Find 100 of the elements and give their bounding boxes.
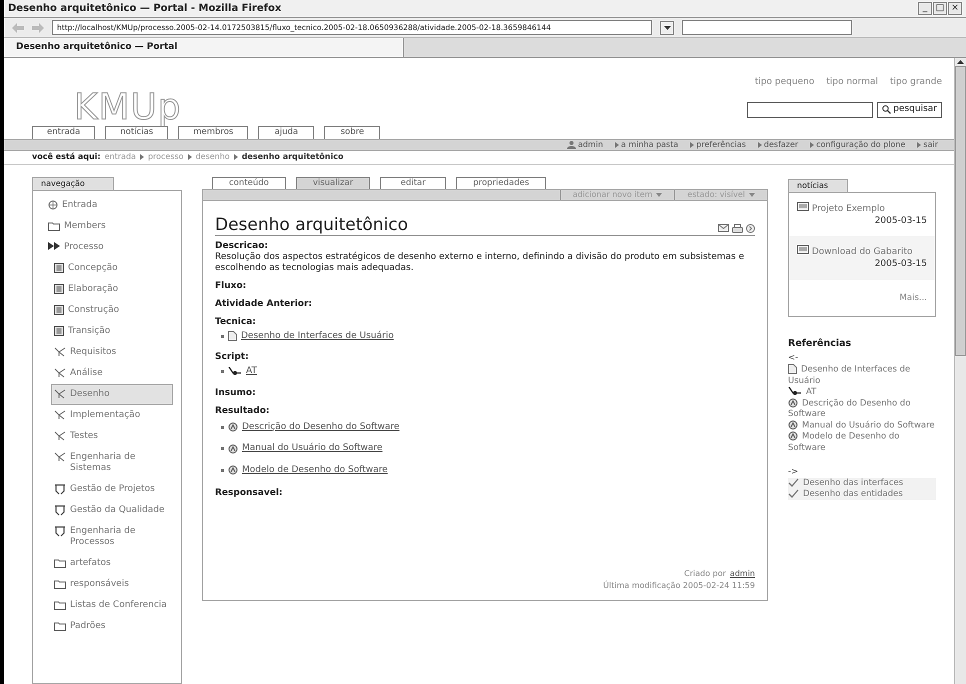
content-tab[interactable]: editar: [380, 176, 446, 188]
navigation-item[interactable]: Análise: [51, 362, 173, 384]
personal-link[interactable]: admin: [566, 138, 604, 150]
circle-icon[interactable]: [746, 224, 755, 232]
personal-link[interactable]: configuração do plone: [810, 138, 906, 150]
circle-icon: [228, 465, 238, 476]
personal-link[interactable]: desfazer: [758, 138, 798, 150]
reference-link[interactable]: AT: [788, 386, 936, 398]
navigation-item[interactable]: Gestão da Qualidade: [51, 500, 173, 520]
site-tab[interactable]: membros: [178, 126, 248, 138]
breadcrumb-link[interactable]: processo: [148, 151, 184, 163]
dropdown-button[interactable]: [660, 20, 674, 34]
reference-link[interactable]: Desenho das entidades: [788, 489, 936, 500]
document-link[interactable]: AT: [246, 365, 257, 378]
document-title: Desenho arquitetônico: [215, 214, 408, 234]
site-tab[interactable]: notícias: [105, 126, 168, 138]
scroll-up-icon[interactable]: [957, 60, 964, 64]
field-label: Tecnica:: [215, 316, 257, 328]
breadcrumb-link[interactable]: desenho: [196, 151, 230, 163]
circle-icon: [228, 422, 238, 432]
navigation-item[interactable]: Engenharia de Processos: [51, 520, 173, 552]
reference-link[interactable]: Manual do Usuário do Software: [788, 420, 936, 432]
minimize-button[interactable]: _: [918, 2, 932, 15]
reference-link[interactable]: Descrição do Desenho do Software: [788, 398, 936, 420]
navigation-item[interactable]: Construção: [51, 300, 173, 320]
content-tab[interactable]: conteúdo: [212, 176, 286, 188]
branch-icon: [54, 484, 66, 494]
breadcrumb-link[interactable]: desenho arquitetônico: [242, 151, 344, 163]
browser-tab[interactable]: Desenho arquitetônico — Portal: [4, 38, 404, 57]
site-tab[interactable]: ajuda: [258, 126, 314, 138]
site-tab[interactable]: sobre: [324, 126, 380, 138]
navigation-item[interactable]: Processo: [45, 236, 173, 258]
document-link[interactable]: Manual do Usuário do Software: [242, 442, 382, 456]
search-box[interactable]: [682, 20, 852, 35]
navigation-item[interactable]: Testes: [51, 426, 173, 446]
news-link[interactable]: Projeto Exemplo: [797, 200, 927, 214]
personal-link[interactable]: preferências: [690, 138, 746, 150]
scrollbar[interactable]: [954, 58, 966, 684]
document-icon: [54, 304, 64, 314]
field-label: Responsavel:: [215, 487, 284, 499]
close-button[interactable]: ×: [948, 2, 962, 15]
mail-icon[interactable]: [718, 224, 729, 232]
folder-icon: [48, 220, 60, 230]
search-field[interactable]: [747, 102, 874, 118]
scrollbar-thumb[interactable]: [955, 66, 966, 356]
bullet-icon: [221, 468, 224, 472]
portlet-header: notícias: [788, 178, 848, 192]
check-icon: [788, 478, 799, 488]
navigation-item[interactable]: Requisitos: [51, 342, 173, 362]
reference-link[interactable]: Modelo de Desenho do Software: [788, 431, 936, 454]
folder-icon: [54, 578, 66, 588]
font-size-link[interactable]: tipo normal: [826, 76, 878, 90]
navigation-item[interactable]: responsáveis: [51, 574, 173, 594]
folder-icon: [54, 620, 66, 630]
maximize-button[interactable]: □: [933, 2, 947, 15]
branch-icon: [54, 368, 66, 378]
breadcrumb-link[interactable]: entrada: [104, 151, 136, 163]
branch-icon: [54, 504, 66, 516]
reference-link[interactable]: Desenho de Interfaces de Usuário: [788, 364, 936, 387]
site-tab[interactable]: entrada: [32, 126, 96, 138]
navigation-item[interactable]: Desenho: [51, 384, 173, 404]
user-icon: [566, 140, 576, 149]
navigation-item[interactable]: Implementação: [51, 404, 173, 426]
modified-date: Última modificação 2005-02-24 11:59: [603, 580, 755, 592]
personal-link[interactable]: a minha pasta: [615, 138, 678, 150]
window-title: Desenho arquitetônico — Portal - Mozilla Firefox: [8, 2, 282, 16]
navigation-item[interactable]: Listas de Conferencia: [51, 594, 173, 616]
navigation-item[interactable]: Gestão de Projetos: [51, 478, 173, 500]
print-icon[interactable]: [732, 224, 743, 232]
navigation-item[interactable]: Concepção: [51, 258, 173, 278]
arrow-icon: [615, 142, 620, 148]
content-tab[interactable]: propriedades: [456, 176, 546, 188]
news-link[interactable]: Download do Gabarito: [797, 244, 927, 258]
font-size-link[interactable]: tipo grande: [890, 76, 942, 90]
navigation-item[interactable]: Members: [45, 216, 173, 236]
field-label: Insumo:: [215, 386, 257, 398]
font-size-link[interactable]: tipo pequeno: [754, 76, 814, 90]
document-link[interactable]: Modelo de Desenho do Software: [242, 464, 388, 477]
circle-icon: [788, 420, 798, 430]
document-link[interactable]: Descrição do Desenho do Software: [242, 420, 400, 434]
more-link[interactable]: Mais...: [892, 280, 935, 316]
navigation-item[interactable]: artefatos: [51, 552, 173, 574]
field-label: Resultado:: [215, 404, 270, 416]
field-label: Descricao:: [215, 240, 269, 252]
author-link[interactable]: admin: [730, 568, 755, 580]
separator-icon: [188, 154, 192, 160]
navigation-item[interactable]: Transição: [51, 320, 173, 342]
reference-link[interactable]: Desenho das interfaces: [788, 478, 936, 490]
document-link[interactable]: Desenho de Interfaces de Usuário: [241, 330, 394, 343]
branch-icon: [54, 526, 66, 536]
content-tab[interactable]: visualizar: [296, 176, 370, 188]
navigation-item[interactable]: Elaboração: [51, 278, 173, 300]
navigation-item[interactable]: Engenharia de Sistemas: [51, 446, 173, 478]
caret-icon: [664, 26, 670, 30]
search-button[interactable]: pesquisar: [877, 102, 942, 118]
navigation-item[interactable]: Entrada: [45, 194, 173, 216]
personal-link[interactable]: sair: [917, 138, 938, 150]
bullet-icon: [221, 334, 224, 338]
navigation-item[interactable]: Padrões: [51, 616, 173, 636]
news-date: 2005-03-15: [874, 258, 927, 271]
